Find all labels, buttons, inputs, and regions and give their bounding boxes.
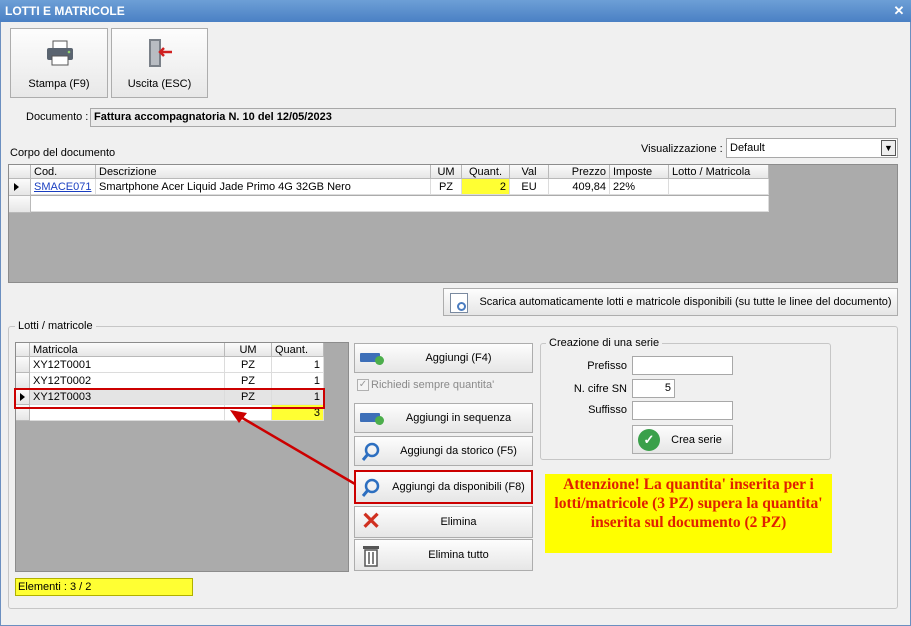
aggiungi-storico-label: Aggiungi da storico (F5) bbox=[400, 445, 517, 457]
checkmark-icon: ✓ bbox=[638, 429, 660, 451]
col-matricola: Matricola bbox=[30, 343, 225, 357]
elementi-counter: Elementi : 3 / 2 bbox=[15, 578, 193, 596]
col-val: Val bbox=[510, 165, 549, 179]
scarica-automatico-button[interactable]: Scarica automaticamente lotti e matricol… bbox=[443, 288, 898, 316]
aggiungi-disponibili-label: Aggiungi da disponibili (F8) bbox=[392, 481, 525, 493]
trash-icon bbox=[363, 546, 379, 567]
exit-button-label: Uscita (ESC) bbox=[127, 78, 192, 90]
richiedi-checkbox[interactable]: ✓ bbox=[357, 379, 369, 391]
print-button-label: Stampa (F9) bbox=[28, 78, 90, 90]
col-imposte: Imposte bbox=[610, 165, 669, 179]
col-lotti-um: UM bbox=[225, 343, 272, 357]
col-descrizione: Descrizione bbox=[96, 165, 431, 179]
visualizzazione-value: Default bbox=[730, 142, 765, 154]
lotti-quant-cell[interactable]: 1 bbox=[272, 373, 324, 389]
elimina-tutto-button[interactable]: Elimina tutto bbox=[354, 539, 533, 571]
add-row-icon bbox=[360, 353, 384, 365]
serie-group-label: Creazione di una serie bbox=[546, 337, 663, 349]
val-cell[interactable]: EU bbox=[510, 179, 549, 195]
search-icon bbox=[361, 442, 380, 461]
col-um: UM bbox=[431, 165, 462, 179]
new-row-indicator bbox=[9, 196, 31, 213]
col-lotto: Lotto / Matricola bbox=[669, 165, 769, 179]
search-icon bbox=[361, 478, 380, 497]
scarica-label: Scarica automaticamente lotti e matricol… bbox=[479, 296, 892, 308]
elimina-label: Elimina bbox=[440, 516, 477, 528]
lotti-um-cell[interactable]: PZ bbox=[225, 357, 272, 373]
cod-link[interactable]: SMACE071 bbox=[31, 179, 96, 195]
documento-field: Fattura accompagnatoria N. 10 del 12/05/… bbox=[90, 108, 896, 127]
aggiungi-storico-button[interactable]: Aggiungi da storico (F5) bbox=[354, 436, 533, 466]
document-grid: Cod. Descrizione UM Quant. Val Prezzo Im… bbox=[8, 164, 898, 283]
col-cod: Cod. bbox=[31, 165, 96, 179]
corpo-label: Corpo del documento bbox=[10, 147, 116, 159]
lotto-cell[interactable] bbox=[669, 179, 769, 195]
lotti-um-cell[interactable]: PZ bbox=[225, 373, 272, 389]
visualizzazione-select[interactable]: Default ▼ bbox=[726, 138, 898, 158]
new-row[interactable] bbox=[31, 196, 769, 212]
row-pointer-icon bbox=[14, 183, 19, 191]
elimina-button[interactable]: ✕ Elimina bbox=[354, 506, 533, 538]
richiedi-label: Richiedi sempre quantita' bbox=[371, 379, 495, 391]
elimina-tutto-label: Elimina tutto bbox=[428, 549, 489, 561]
warning-message: Attenzione! La quantita' inserita per i … bbox=[545, 474, 832, 553]
chevron-down-icon[interactable]: ▼ bbox=[881, 140, 896, 156]
suffisso-label: Suffisso bbox=[588, 404, 627, 416]
lotti-group-label: Lotti / matricole bbox=[15, 320, 96, 332]
print-button[interactable]: Stampa (F9) bbox=[10, 28, 108, 98]
visualizzazione-label: Visualizzazione : bbox=[641, 143, 723, 155]
suffisso-input[interactable] bbox=[632, 401, 733, 420]
close-icon[interactable]: ✕ bbox=[891, 3, 907, 19]
exit-door-icon bbox=[149, 39, 172, 67]
prezzo-cell[interactable]: 409,84 bbox=[549, 179, 610, 195]
printer-icon bbox=[47, 40, 73, 66]
col-prezzo: Prezzo bbox=[549, 165, 610, 179]
aggiungi-button[interactable]: Aggiungi (F4) bbox=[354, 343, 533, 373]
cifre-label: N. cifre SN bbox=[573, 383, 627, 395]
crea-serie-button[interactable]: ✓ Crea serie bbox=[632, 425, 733, 454]
matricola-cell[interactable]: XY12T0002 bbox=[30, 373, 225, 389]
um-cell[interactable]: PZ bbox=[431, 179, 462, 195]
matricola-cell[interactable]: XY12T0001 bbox=[30, 357, 225, 373]
lotti-row-indicator bbox=[16, 357, 30, 373]
descrizione-cell[interactable]: Smartphone Acer Liquid Jade Primo 4G 32G… bbox=[96, 179, 431, 195]
col-lotti-quant: Quant. bbox=[272, 343, 324, 357]
imposte-cell[interactable]: 22% bbox=[610, 179, 669, 195]
window-titlebar: LOTTI E MATRICOLE bbox=[0, 0, 911, 22]
documento-label: Documento : bbox=[26, 111, 89, 123]
aggiungi-sequenza-label: Aggiungi in sequenza bbox=[405, 412, 512, 424]
cifre-input[interactable]: 5 bbox=[632, 379, 675, 398]
aggiungi-disponibili-button[interactable]: Aggiungi da disponibili (F8) bbox=[354, 470, 533, 504]
crea-serie-label: Crea serie bbox=[671, 433, 722, 446]
lotti-quant-cell[interactable]: 1 bbox=[272, 357, 324, 373]
window-title: LOTTI E MATRICOLE bbox=[5, 4, 125, 18]
exit-button[interactable]: Uscita (ESC) bbox=[111, 28, 208, 98]
aggiungi-label: Aggiungi (F4) bbox=[425, 352, 492, 364]
gear-document-icon bbox=[450, 293, 468, 313]
row-indicator bbox=[9, 179, 31, 196]
aggiungi-sequenza-button[interactable]: Aggiungi in sequenza bbox=[354, 403, 533, 433]
prefisso-input[interactable] bbox=[632, 356, 733, 375]
delete-x-icon: ✕ bbox=[360, 508, 382, 535]
lotti-row-indicator bbox=[16, 373, 30, 389]
add-sequence-icon bbox=[360, 413, 384, 425]
col-quant: Quant. bbox=[462, 165, 510, 179]
prefisso-label: Prefisso bbox=[587, 360, 627, 372]
pointer-arrow-icon bbox=[230, 410, 356, 486]
quant-cell[interactable]: 2 bbox=[462, 179, 510, 195]
